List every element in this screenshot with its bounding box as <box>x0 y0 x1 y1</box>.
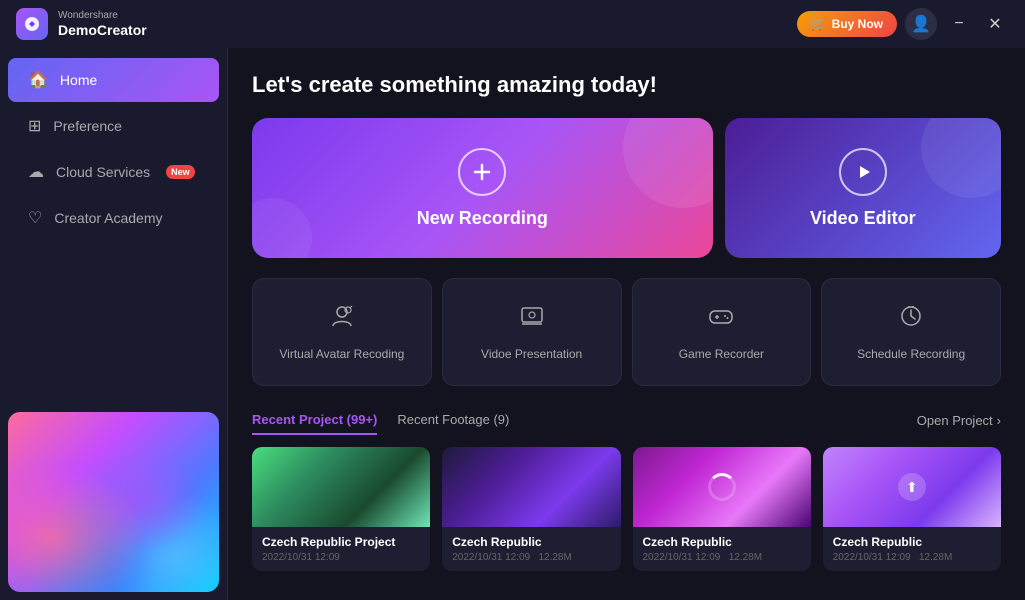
video-presentation-icon <box>519 303 545 335</box>
thumb-overlay-1 <box>252 447 430 527</box>
video-presentation-card[interactable]: Vidoe Presentation <box>442 278 622 386</box>
project-thumb-3 <box>633 447 811 527</box>
open-project-button[interactable]: Open Project › <box>917 413 1001 428</box>
sidebar-item-cloud-services[interactable]: ☁ Cloud Services New <box>8 150 219 194</box>
minimize-button[interactable]: − <box>945 10 973 38</box>
project-info-2: Czech Republic 2022/10/31 12:09 12.28M <box>442 527 620 571</box>
virtual-avatar-icon <box>329 303 355 335</box>
thumb-overlay-2 <box>442 447 620 527</box>
project-card-4[interactable]: ⬆ Czech Republic 2022/10/31 12:09 12.28M <box>823 447 1001 571</box>
game-recorder-label: Game Recorder <box>679 347 764 361</box>
project-info-3: Czech Republic 2022/10/31 12:09 12.28M <box>633 527 811 571</box>
sidebar-thumbnail <box>8 412 219 592</box>
schedule-recording-icon <box>898 303 924 335</box>
sidebar-label-preference: Preference <box>53 118 121 134</box>
academy-icon: ♡ <box>28 208 42 228</box>
page-title: Let's create something amazing today! <box>252 72 1001 98</box>
sidebar-item-preference[interactable]: ⊞ Preference <box>8 104 219 148</box>
project-thumb-4: ⬆ <box>823 447 1001 527</box>
titlebar: Wondershare DemoCreator 🛒 Buy Now 👤 − ✕ <box>0 0 1025 48</box>
app-logo: Wondershare DemoCreator <box>16 8 147 40</box>
video-editor-card[interactable]: Video Editor <box>725 118 1001 258</box>
buy-now-button[interactable]: 🛒 Buy Now <box>797 11 897 37</box>
open-project-label: Open Project <box>917 413 993 428</box>
schedule-recording-card[interactable]: Schedule Recording <box>821 278 1001 386</box>
tab-recent-project[interactable]: Recent Project (99+) <box>252 406 377 435</box>
sidebar-label-academy: Creator Academy <box>54 210 162 226</box>
sidebar: 🏠 Home ⊞ Preference ☁ Cloud Services New… <box>0 48 228 600</box>
video-editor-icon <box>839 148 887 196</box>
project-info-4: Czech Republic 2022/10/31 12:09 12.28M <box>823 527 1001 571</box>
project-name-1: Czech Republic Project <box>262 535 420 549</box>
account-button[interactable]: 👤 <box>905 8 937 40</box>
virtual-avatar-card[interactable]: Virtual Avatar Recoding <box>252 278 432 386</box>
video-editor-label: Video Editor <box>810 208 916 229</box>
thumbnail-swirl <box>8 412 219 592</box>
project-name-2: Czech Republic <box>452 535 610 549</box>
chevron-right-icon: › <box>997 413 1001 428</box>
tab-recent-footage[interactable]: Recent Footage (9) <box>397 406 509 435</box>
titlebar-actions: 🛒 Buy Now 👤 − ✕ <box>797 8 1009 40</box>
virtual-avatar-label: Virtual Avatar Recoding <box>279 347 404 361</box>
project-card-1[interactable]: Czech Republic Project 2022/10/31 12:09 <box>252 447 430 571</box>
recent-header: Recent Project (99+) Recent Footage (9) … <box>252 406 1001 435</box>
logo-brand: Wondershare <box>58 10 147 22</box>
hero-cards: New Recording Video Editor <box>252 118 1001 258</box>
main-content: Let's create something amazing today! Ne… <box>228 48 1025 600</box>
loading-ring-icon <box>708 473 736 501</box>
cloud-icon: ☁ <box>28 162 44 182</box>
logo-name: DemoCreator <box>58 22 147 39</box>
project-info-1: Czech Republic Project 2022/10/31 12:09 <box>252 527 430 571</box>
minimize-icon: − <box>954 15 963 33</box>
feature-cards: Virtual Avatar Recoding Vidoe Presentati… <box>252 278 1001 386</box>
project-name-3: Czech Republic <box>643 535 801 549</box>
project-meta-1: 2022/10/31 12:09 <box>262 552 420 563</box>
account-icon: 👤 <box>911 14 931 34</box>
project-meta-4: 2022/10/31 12:09 12.28M <box>833 552 991 563</box>
logo-icon <box>16 8 48 40</box>
recent-tabs: Recent Project (99+) Recent Footage (9) <box>252 406 529 435</box>
close-button[interactable]: ✕ <box>981 10 1009 38</box>
sidebar-item-home[interactable]: 🏠 Home <box>8 58 219 102</box>
thumb-overlay-4: ⬆ <box>823 447 1001 527</box>
project-card-2[interactable]: Czech Republic 2022/10/31 12:09 12.28M <box>442 447 620 571</box>
new-recording-icon <box>458 148 506 196</box>
project-grid: Czech Republic Project 2022/10/31 12:09 … <box>252 447 1001 571</box>
new-recording-card[interactable]: New Recording <box>252 118 713 258</box>
buy-now-label: Buy Now <box>832 17 883 31</box>
game-recorder-icon <box>708 303 734 335</box>
sidebar-label-cloud: Cloud Services <box>56 164 150 180</box>
project-meta-3: 2022/10/31 12:09 12.28M <box>643 552 801 563</box>
sidebar-nav: 🏠 Home ⊞ Preference ☁ Cloud Services New… <box>0 48 227 404</box>
logo-text: Wondershare DemoCreator <box>58 10 147 39</box>
project-name-4: Czech Republic <box>833 535 991 549</box>
upload-icon: ⬆ <box>898 473 926 501</box>
new-recording-label: New Recording <box>417 208 548 229</box>
app-body: 🏠 Home ⊞ Preference ☁ Cloud Services New… <box>0 48 1025 600</box>
sidebar-label-home: Home <box>60 72 97 88</box>
video-presentation-label: Vidoe Presentation <box>481 347 582 361</box>
recent-section: Recent Project (99+) Recent Footage (9) … <box>252 406 1001 571</box>
schedule-recording-label: Schedule Recording <box>857 347 965 361</box>
project-meta-2: 2022/10/31 12:09 12.28M <box>452 552 610 563</box>
sidebar-item-creator-academy[interactable]: ♡ Creator Academy <box>8 196 219 240</box>
cart-icon: 🛒 <box>811 17 826 31</box>
close-icon: ✕ <box>988 14 1001 34</box>
thumb-overlay-3 <box>633 447 811 527</box>
home-icon: 🏠 <box>28 70 48 90</box>
project-thumb-1 <box>252 447 430 527</box>
game-recorder-card[interactable]: Game Recorder <box>632 278 812 386</box>
project-thumb-2 <box>442 447 620 527</box>
project-card-3[interactable]: Czech Republic 2022/10/31 12:09 12.28M <box>633 447 811 571</box>
cloud-badge-new: New <box>166 165 195 179</box>
preference-icon: ⊞ <box>28 116 41 136</box>
